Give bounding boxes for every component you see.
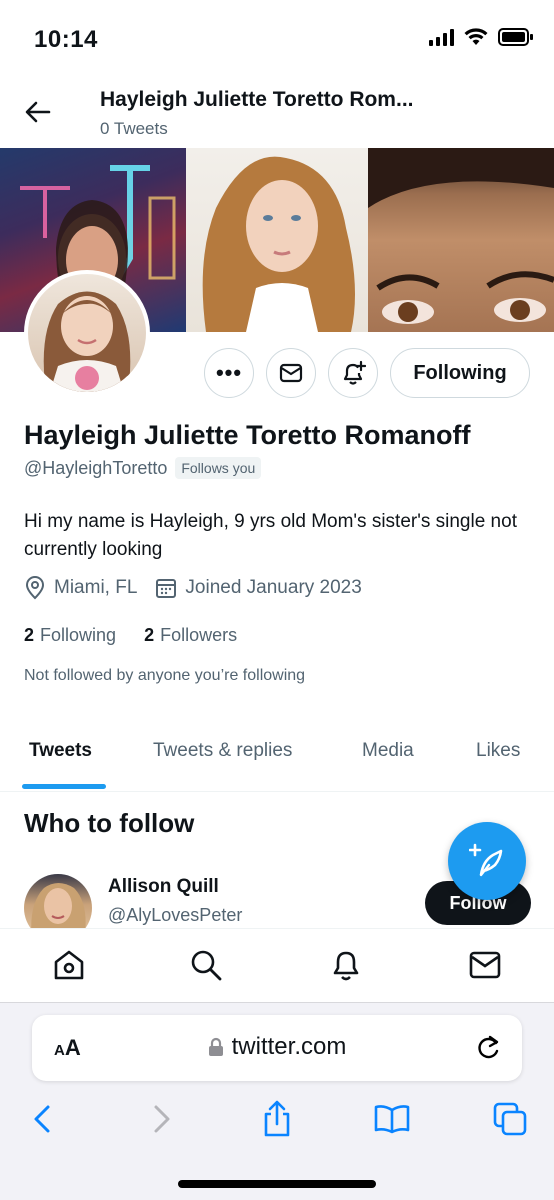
status-time: 10:14: [34, 26, 98, 53]
profile-tabs: Tweets Tweets & replies Media Likes: [0, 720, 554, 792]
address-bar[interactable]: AA twitter.com: [32, 1015, 522, 1081]
arrow-left-icon: [25, 101, 51, 123]
home-icon[interactable]: [51, 947, 87, 983]
back-icon[interactable]: [22, 1099, 62, 1139]
home-indicator[interactable]: [178, 1180, 376, 1188]
profile-handle: @HayleighToretto: [24, 457, 168, 478]
followers-stat[interactable]: 2 Followers: [144, 625, 237, 646]
url-display[interactable]: twitter.com: [32, 1033, 522, 1061]
follow-stats: 2 Following 2 Followers: [24, 625, 237, 646]
more-options-button[interactable]: •••: [204, 348, 254, 398]
forward-icon[interactable]: [142, 1099, 182, 1139]
more-icon: •••: [215, 360, 243, 385]
tab-likes[interactable]: Likes: [476, 740, 520, 762]
search-icon[interactable]: [188, 947, 224, 983]
compose-feather-icon: [469, 843, 503, 877]
url-text: twitter.com: [231, 1033, 347, 1060]
back-button[interactable]: [20, 96, 56, 128]
notifications-button[interactable]: [328, 348, 378, 398]
profile-avatar[interactable]: [24, 270, 150, 396]
mail-icon[interactable]: [467, 947, 503, 983]
suggestion-name[interactable]: Allison Quill: [108, 876, 219, 898]
following-button[interactable]: Following: [390, 348, 530, 398]
following-stat[interactable]: 2 Following: [24, 625, 116, 646]
tab-media[interactable]: Media: [362, 740, 414, 762]
status-bar: 10:14: [0, 0, 554, 80]
status-icons: [429, 28, 534, 46]
header-name: Hayleigh Juliette Toretto Rom...: [100, 88, 414, 111]
joined-item: Joined January 2023: [155, 577, 362, 599]
wifi-icon: [464, 28, 488, 45]
not-followed-text: Not followed by anyone you’re following: [24, 667, 306, 684]
bell-plus-icon: [343, 360, 366, 385]
who-to-follow-title: Who to follow: [24, 808, 195, 838]
location-item: Miami, FL: [24, 576, 137, 600]
cellular-signal-icon: [429, 28, 454, 46]
tabs-icon[interactable]: [490, 1099, 530, 1139]
joined-text: Joined January 2023: [185, 577, 362, 598]
active-tab-indicator: [22, 784, 106, 789]
reload-button[interactable]: [476, 1033, 502, 1066]
reload-icon: [478, 1035, 499, 1059]
profile-bio: Hi my name is Hayleigh, 9 yrs old Mom's …: [24, 511, 517, 560]
follows-you-badge: Follows you: [175, 457, 262, 479]
handle-row: @HayleighToretto Follows you: [24, 457, 262, 479]
header-tweet-count: 0 Tweets: [100, 119, 168, 138]
envelope-icon: [279, 363, 303, 383]
profile-name: Hayleigh Juliette Toretto Romanoff: [24, 420, 471, 450]
location-text: Miami, FL: [54, 577, 138, 598]
tab-tweets[interactable]: Tweets: [29, 740, 92, 762]
lock-icon: [208, 1037, 223, 1056]
bookmarks-icon[interactable]: [372, 1099, 412, 1139]
tab-tweets-replies[interactable]: Tweets & replies: [153, 740, 292, 762]
banner-image-eyes: [368, 148, 554, 332]
share-icon[interactable]: [257, 1099, 297, 1139]
browser-chrome: AA twitter.com: [0, 1002, 554, 1200]
calendar-icon: [156, 579, 177, 598]
suggestion-handle: @AlyLovesPeter: [108, 905, 243, 925]
profile-meta: Miami, FL Joined January 2023: [24, 576, 380, 600]
bottom-nav: [0, 928, 554, 1002]
message-button[interactable]: [266, 348, 316, 398]
battery-icon: [498, 28, 533, 46]
profile-header: Hayleigh Juliette Toretto Rom... 0 Tweet…: [0, 80, 554, 146]
banner-image-girl: [186, 148, 368, 332]
location-pin-icon: [25, 576, 45, 600]
bell-icon[interactable]: [328, 947, 364, 983]
compose-tweet-button[interactable]: [448, 822, 526, 900]
